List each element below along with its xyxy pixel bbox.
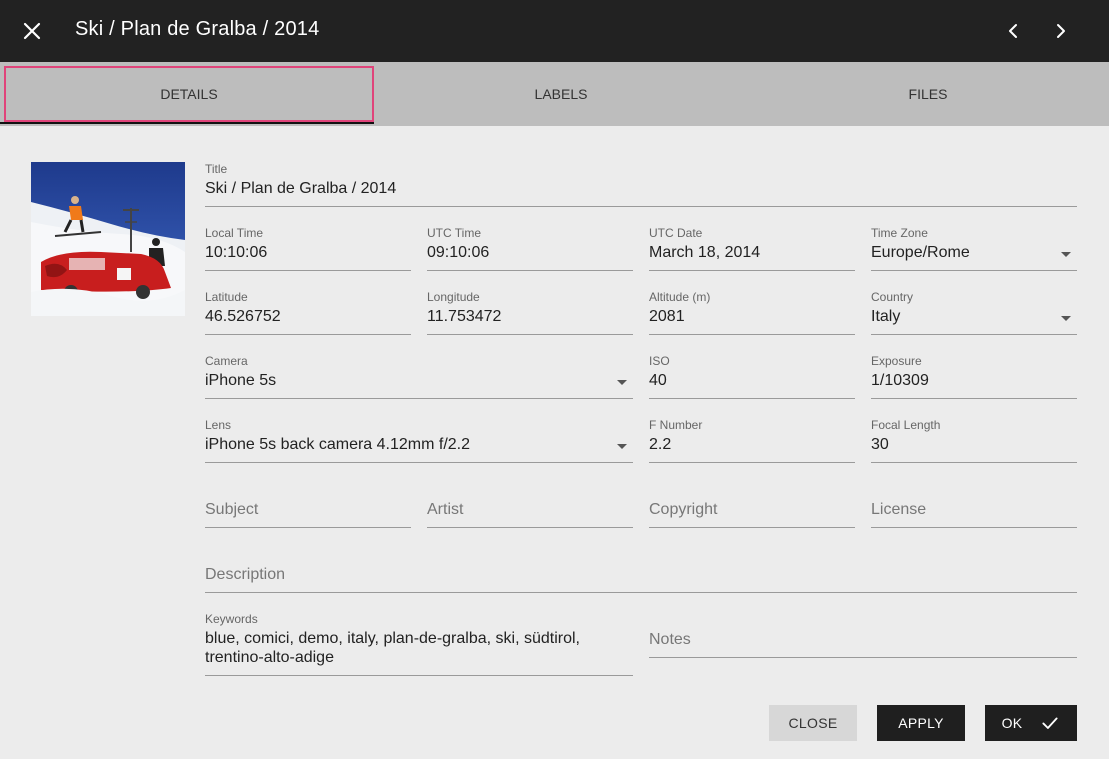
artist-placeholder: Artist xyxy=(427,501,464,518)
latitude-field[interactable]: Latitude 46.526752 xyxy=(205,290,411,335)
time-zone-value: Europe/Rome xyxy=(871,244,970,261)
close-button-label: CLOSE xyxy=(788,715,838,731)
subject-placeholder: Subject xyxy=(205,501,259,518)
focal-length-value: 30 xyxy=(871,436,889,453)
keywords-field[interactable]: Keywords blue, comici, demo, italy, plan… xyxy=(205,612,633,676)
time-zone-label: Time Zone xyxy=(871,226,928,240)
artist-field[interactable]: Artist xyxy=(427,492,633,528)
camera-label: Camera xyxy=(205,354,248,368)
description-placeholder: Description xyxy=(205,566,286,583)
subject-field[interactable]: Subject xyxy=(205,492,411,528)
chevron-left-icon[interactable] xyxy=(1001,19,1025,43)
keywords-label: Keywords xyxy=(205,612,258,626)
lens-label: Lens xyxy=(205,418,232,432)
altitude-label: Altitude (m) xyxy=(649,290,711,304)
iso-value: 40 xyxy=(649,372,667,389)
focal-length-field[interactable]: Focal Length 30 xyxy=(871,418,1077,463)
tab-files[interactable]: FILES xyxy=(744,62,1109,126)
latitude-value: 46.526752 xyxy=(205,308,281,325)
utc-date-label: UTC Date xyxy=(649,226,703,240)
apply-button-label: APPLY xyxy=(898,715,944,731)
title-value: Ski / Plan de Gralba / 2014 xyxy=(205,180,397,197)
close-icon[interactable] xyxy=(20,19,44,43)
longitude-label: Longitude xyxy=(427,290,480,304)
title-field[interactable]: Title Ski / Plan de Gralba / 2014 xyxy=(205,162,1077,207)
description-field[interactable]: Description xyxy=(205,557,1077,593)
exposure-value: 1/10309 xyxy=(871,372,929,389)
dialog-title: Ski / Plan de Gralba / 2014 xyxy=(75,18,320,40)
f-number-field[interactable]: F Number 2.2 xyxy=(649,418,855,463)
tab-labels[interactable]: LABELS xyxy=(377,62,745,126)
f-number-label: F Number xyxy=(649,418,703,432)
chevron-right-icon[interactable] xyxy=(1049,19,1073,43)
ok-button[interactable]: OK xyxy=(985,705,1077,741)
camera-value: iPhone 5s xyxy=(205,372,277,389)
keywords-line-2: trentino-alto-adige xyxy=(205,649,334,666)
local-time-label: Local Time xyxy=(205,226,264,240)
copyright-placeholder: Copyright xyxy=(649,501,718,518)
keywords-line-1: blue, comici, demo, italy, plan-de-gralb… xyxy=(205,630,580,647)
caret-down-icon[interactable] xyxy=(617,380,627,385)
ok-button-label: OK xyxy=(1001,715,1023,731)
check-icon xyxy=(1040,713,1060,733)
close-button[interactable]: CLOSE xyxy=(769,705,857,741)
dialog-header: Ski / Plan de Gralba / 2014 xyxy=(0,0,1109,62)
time-zone-select[interactable]: Time Zone Europe/Rome xyxy=(871,226,1077,271)
lens-value: iPhone 5s back camera 4.12mm f/2.2 xyxy=(205,436,471,453)
exposure-label: Exposure xyxy=(871,354,922,368)
longitude-value: 11.753472 xyxy=(427,308,502,325)
license-field[interactable]: License xyxy=(871,492,1077,528)
camera-select[interactable]: Camera iPhone 5s xyxy=(205,354,633,399)
local-time-field[interactable]: Local Time 10:10:06 xyxy=(205,226,411,271)
notes-placeholder: Notes xyxy=(649,631,691,648)
iso-label: ISO xyxy=(649,354,670,368)
photo-thumbnail[interactable] xyxy=(31,162,185,316)
local-time-value: 10:10:06 xyxy=(205,244,268,261)
apply-button[interactable]: APPLY xyxy=(877,705,965,741)
license-placeholder: License xyxy=(871,501,927,518)
caret-down-icon[interactable] xyxy=(1061,252,1071,257)
utc-date-field[interactable]: UTC Date March 18, 2014 xyxy=(649,226,855,271)
tab-details[interactable]: DETAILS xyxy=(4,66,374,122)
altitude-field[interactable]: Altitude (m) 2081 xyxy=(649,290,855,335)
caret-down-icon[interactable] xyxy=(1061,316,1071,321)
latitude-label: Latitude xyxy=(205,290,248,304)
country-label: Country xyxy=(871,290,914,304)
utc-date-value: March 18, 2014 xyxy=(649,244,761,261)
active-tab-indicator xyxy=(0,122,374,124)
f-number-value: 2.2 xyxy=(649,436,672,453)
utc-time-label: UTC Time xyxy=(427,226,481,240)
copyright-field[interactable]: Copyright xyxy=(649,492,855,528)
country-select[interactable]: Country Italy xyxy=(871,290,1077,335)
tab-bar: DETAILS LABELS FILES xyxy=(0,62,1109,126)
exposure-field[interactable]: Exposure 1/10309 xyxy=(871,354,1077,399)
notes-field[interactable]: Notes xyxy=(649,622,1077,658)
focal-length-label: Focal Length xyxy=(871,418,941,432)
iso-field[interactable]: ISO 40 xyxy=(649,354,855,399)
utc-time-value: 09:10:06 xyxy=(427,244,490,261)
longitude-field[interactable]: Longitude 11.753472 xyxy=(427,290,633,335)
altitude-value: 2081 xyxy=(649,308,685,325)
lens-select[interactable]: Lens iPhone 5s back camera 4.12mm f/2.2 xyxy=(205,418,633,463)
caret-down-icon[interactable] xyxy=(617,444,627,449)
title-label: Title xyxy=(205,162,228,176)
country-value: Italy xyxy=(871,308,901,325)
utc-time-field[interactable]: UTC Time 09:10:06 xyxy=(427,226,633,271)
